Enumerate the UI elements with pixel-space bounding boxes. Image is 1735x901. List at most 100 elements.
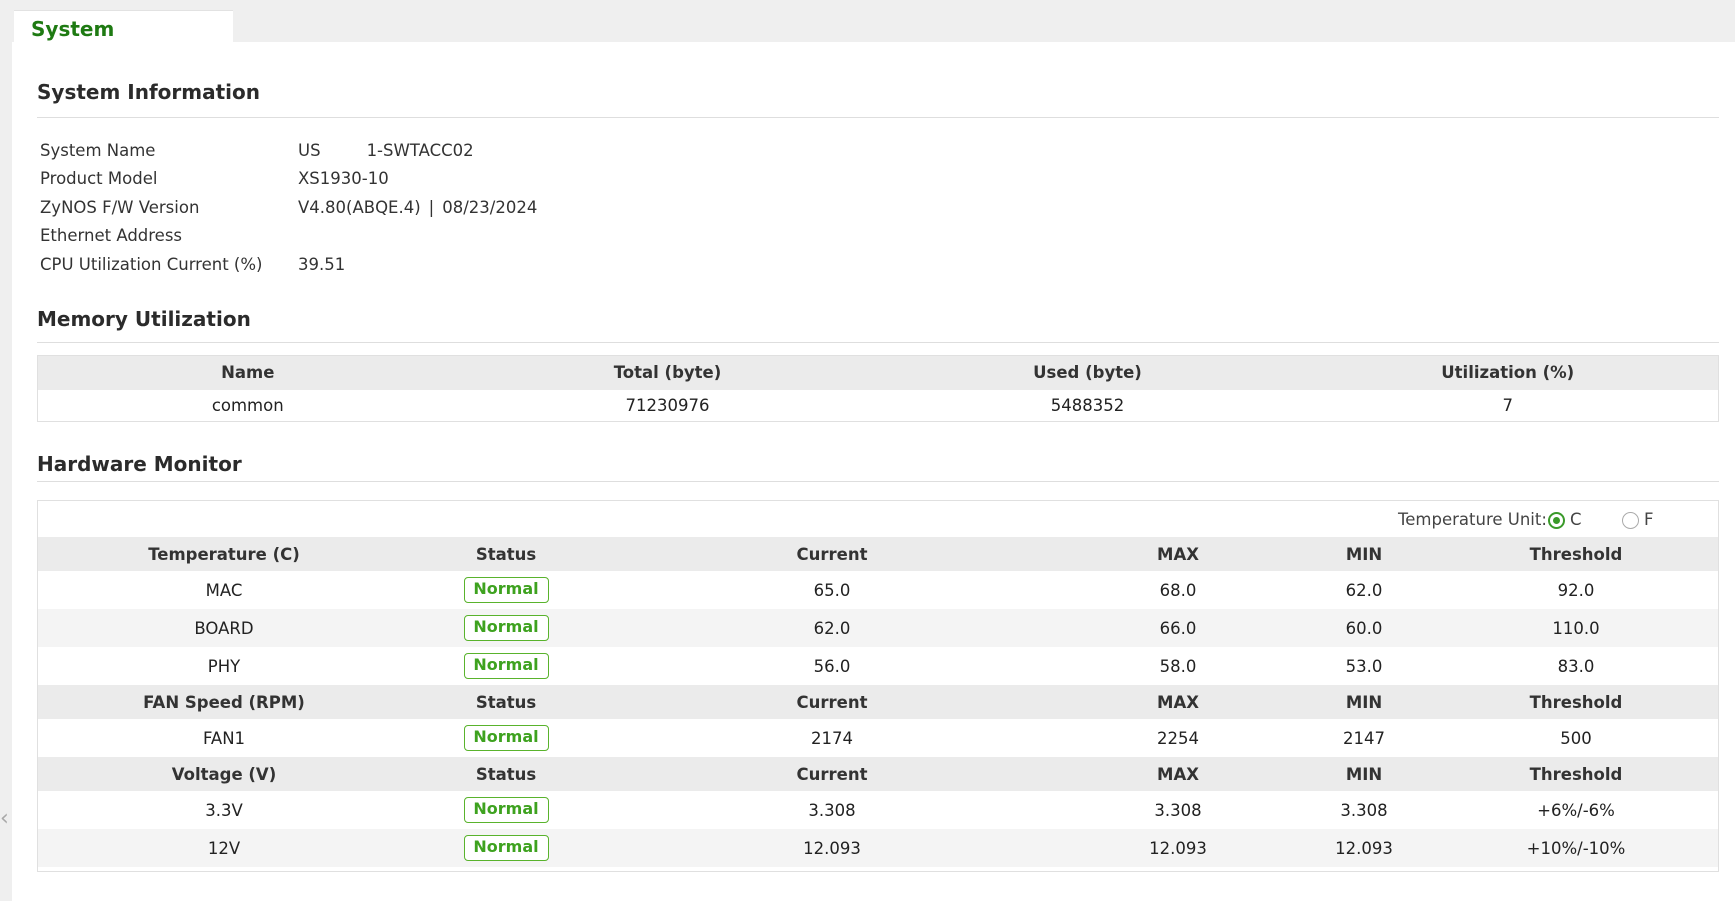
- firmware-separator: |: [428, 198, 435, 217]
- sensor-name: MAC: [205, 580, 243, 600]
- table-row: BOARD Normal 62.0 66.0 60.0 110.0: [38, 609, 1718, 647]
- column-header-current: Current: [602, 685, 1062, 719]
- status-badge: Normal: [463, 577, 549, 603]
- ethernet-address-label: Ethernet Address: [40, 226, 183, 245]
- column-header-min: MIN: [1294, 685, 1434, 719]
- sensor-name: BOARD: [38, 609, 410, 647]
- section-title-memory-utilization: Memory Utilization: [37, 307, 251, 331]
- section-title-hardware-monitor: Hardware Monitor: [37, 452, 242, 476]
- system-name-label: System Name: [40, 141, 156, 160]
- min-value: 53.0: [1345, 656, 1383, 676]
- fan-name: FAN1: [202, 728, 246, 748]
- voltage-header-row: Voltage (V) Status Current MAX MIN Thres…: [38, 757, 1718, 791]
- status-badge: Normal: [463, 835, 549, 861]
- fan-header-row: FAN Speed (RPM) Status Current MAX MIN T…: [38, 685, 1718, 719]
- column-header-name: Name: [37, 355, 458, 390]
- column-header-status: Status: [410, 685, 602, 719]
- column-header-fan-speed: FAN Speed (RPM): [38, 685, 410, 719]
- max-value: 68.0: [1159, 580, 1197, 600]
- column-header-min: MIN: [1294, 537, 1434, 571]
- max-value: 2254: [1157, 728, 1199, 748]
- column-header-total: Total (byte): [457, 355, 878, 390]
- chevron-left-icon[interactable]: ‹: [0, 806, 9, 832]
- hardware-monitor-table: Temperature (C) Status Current MAX MIN T…: [38, 537, 1718, 867]
- temperature-unit-label: Temperature Unit:: [1398, 510, 1547, 529]
- column-header-max: MAX: [1062, 537, 1294, 571]
- column-header-threshold: Threshold: [1434, 537, 1718, 571]
- current-value: 3.308: [808, 800, 856, 820]
- sensor-name: PHY: [207, 656, 241, 676]
- cpu-utilization-value: 39.51: [298, 255, 346, 274]
- product-model-label: Product Model: [40, 169, 158, 188]
- max-value: 3.308: [1154, 800, 1202, 820]
- system-name-suffix: 1-SWTACC02: [366, 141, 474, 160]
- column-header-current: Current: [602, 537, 1062, 571]
- max-value: 66.0: [1062, 609, 1294, 647]
- radio-celsius[interactable]: [1548, 512, 1565, 529]
- threshold-value: +10%/-10%: [1434, 829, 1718, 867]
- current-value: 12.093: [602, 829, 1062, 867]
- temperature-unit-selector: Temperature Unit: C F: [1398, 501, 1718, 537]
- status-badge: Normal: [463, 653, 549, 679]
- status-cell: Normal: [410, 719, 602, 757]
- section-divider: [37, 117, 1719, 118]
- column-header-threshold: Threshold: [1434, 757, 1718, 791]
- memory-used: 5488352: [1050, 395, 1125, 415]
- table-row: MAC Normal 65.0 68.0 62.0 92.0: [38, 571, 1718, 609]
- voltage-name: 3.3V: [205, 800, 243, 820]
- firmware-label: ZyNOS F/W Version: [40, 198, 200, 217]
- table-row: 12V Normal 12.093 12.093 12.093 +10%/-10…: [38, 829, 1718, 867]
- status-badge: Normal: [463, 615, 549, 641]
- radio-fahrenheit-label: F: [1644, 510, 1654, 529]
- temperature-header-row: Temperature (C) Status Current MAX MIN T…: [38, 537, 1718, 571]
- radio-celsius-label: C: [1570, 510, 1582, 529]
- column-header-threshold: Threshold: [1434, 685, 1718, 719]
- section-divider: [37, 481, 1719, 482]
- current-value: 56.0: [813, 656, 851, 676]
- threshold-value: 92.0: [1557, 580, 1595, 600]
- threshold-value: 83.0: [1557, 656, 1595, 676]
- min-value: 62.0: [1345, 580, 1383, 600]
- threshold-value: +6%/-6%: [1537, 800, 1615, 820]
- content-panel: System Information System Name US 1-SWTAC…: [12, 42, 1735, 901]
- hardware-monitor-box: Temperature Unit: C F Temperature (C) St…: [37, 500, 1719, 872]
- threshold-value: 110.0: [1434, 609, 1718, 647]
- memory-total: 71230976: [625, 395, 710, 415]
- column-header-utilization: Utilization (%): [1297, 355, 1719, 390]
- table-row: common 71230976 5488352 7: [38, 390, 1719, 422]
- column-header-min: MIN: [1294, 757, 1434, 791]
- product-model-value: XS1930-10: [298, 169, 389, 188]
- memory-table: Name Total (byte) Used (byte) Utilizatio…: [37, 355, 1719, 422]
- current-value: 65.0: [813, 580, 851, 600]
- tab-system-information[interactable]: System Information: [14, 10, 233, 65]
- status-badge: Normal: [463, 797, 549, 823]
- section-divider: [37, 342, 1719, 343]
- system-name-value: US 1-SWTACC02: [298, 138, 474, 164]
- system-name-prefix: US: [298, 141, 321, 160]
- memory-table-header: Name Total (byte) Used (byte) Utilizatio…: [37, 355, 1719, 390]
- memory-utilization: 7: [1502, 395, 1514, 415]
- table-row: FAN1 Normal 2174 2254 2147 500: [38, 719, 1718, 757]
- section-title-system-information: System Information: [37, 80, 260, 104]
- status-cell: Normal: [410, 571, 602, 609]
- column-header-temperature: Temperature (C): [38, 537, 410, 571]
- threshold-value: 500: [1560, 728, 1592, 748]
- memory-name: common: [211, 395, 284, 415]
- min-value: 12.093: [1294, 829, 1434, 867]
- column-header-used: Used (byte): [877, 355, 1298, 390]
- voltage-name: 12V: [38, 829, 410, 867]
- status-cell: Normal: [410, 609, 602, 647]
- table-row: 3.3V Normal 3.308 3.308 3.308 +6%/-6%: [38, 791, 1718, 829]
- status-badge: Normal: [463, 725, 549, 751]
- current-value: 2174: [811, 728, 853, 748]
- table-row: PHY Normal 56.0 58.0 53.0 83.0: [38, 647, 1718, 685]
- status-cell: Normal: [410, 829, 602, 867]
- column-header-current: Current: [602, 757, 1062, 791]
- status-cell: Normal: [410, 647, 602, 685]
- min-value: 60.0: [1294, 609, 1434, 647]
- radio-fahrenheit[interactable]: [1622, 512, 1639, 529]
- column-header-max: MAX: [1062, 757, 1294, 791]
- column-header-status: Status: [410, 537, 602, 571]
- min-value: 2147: [1343, 728, 1385, 748]
- firmware-date: 08/23/2024: [442, 198, 538, 217]
